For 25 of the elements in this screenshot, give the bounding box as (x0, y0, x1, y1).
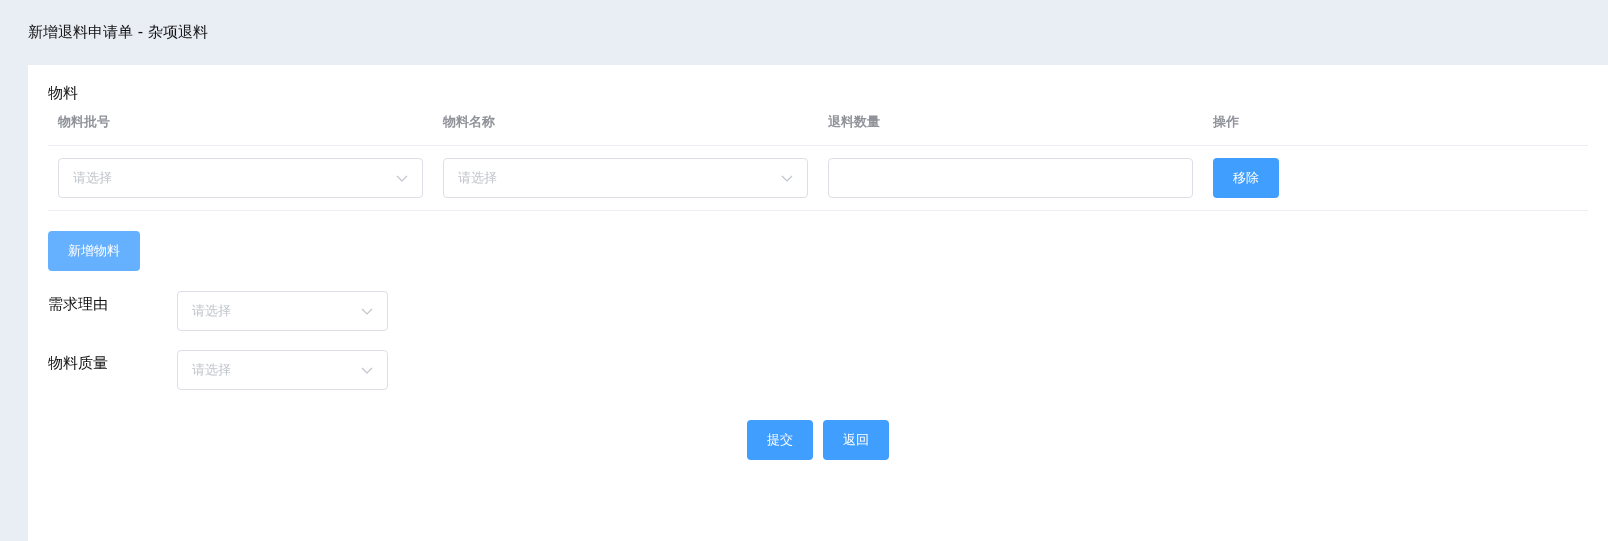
action-button[interactable]: 返回 (823, 420, 889, 460)
field-label: 需求理由 (48, 294, 109, 314)
column-header: 操作 (1203, 109, 1588, 146)
section-title: 物料 (48, 84, 78, 103)
select-field[interactable]: 请选择 (443, 158, 808, 198)
select-field[interactable]: 请选择 (177, 291, 388, 331)
page-title: 新增退料申请单 - 杂项退料 (28, 23, 208, 42)
select-field[interactable]: 请选择 (58, 158, 423, 198)
remove-button[interactable]: 移除 (1213, 158, 1279, 198)
column-header: 物料批号 (48, 109, 433, 146)
action-button[interactable]: 提交 (747, 420, 813, 460)
chevron-down-icon (781, 174, 793, 182)
column-header: 退料数量 (818, 109, 1203, 146)
column-header: 物料名称 (433, 109, 818, 146)
placeholder-text: 请选择 (73, 169, 112, 187)
quantity-input[interactable] (828, 158, 1193, 198)
field-label: 物料质量 (48, 353, 109, 373)
select-field[interactable]: 请选择 (177, 350, 388, 390)
placeholder-text: 请选择 (192, 361, 231, 379)
add-material-button[interactable]: 新增物料 (48, 231, 140, 271)
chevron-down-icon (361, 307, 373, 315)
chevron-down-icon (396, 174, 408, 182)
placeholder-text: 请选择 (192, 302, 231, 320)
chevron-down-icon (361, 366, 373, 374)
placeholder-text: 请选择 (458, 169, 497, 187)
